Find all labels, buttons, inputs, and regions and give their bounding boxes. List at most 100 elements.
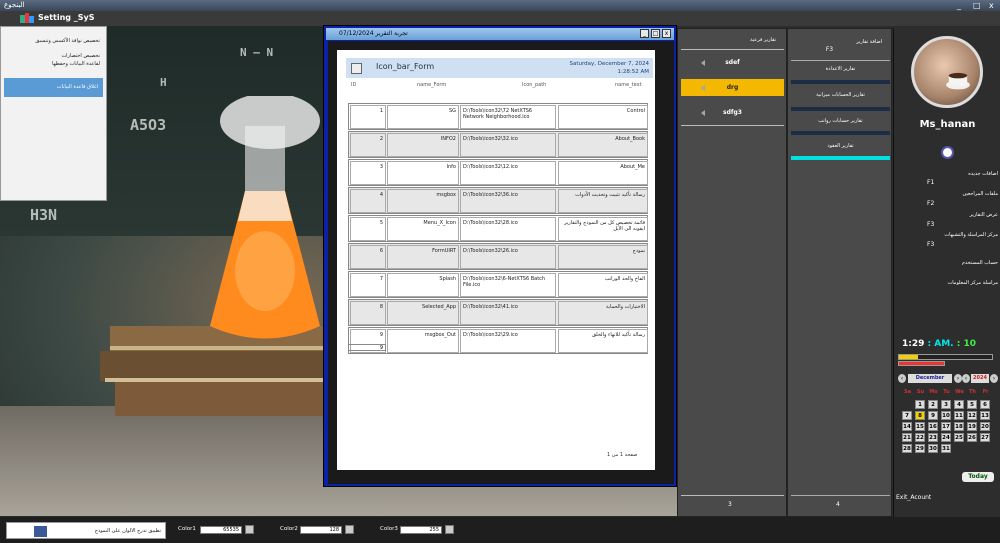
nav-item-drg[interactable]: drg (681, 79, 784, 96)
maximize-button[interactable]: □ (973, 1, 981, 10)
report-window-titlebar: تجربة التقرير 07/12/2024 _ □ x (326, 28, 674, 40)
contracts-reports-item[interactable]: تقارير العقود (791, 143, 890, 149)
calendar-day[interactable]: 19 (967, 422, 977, 431)
cell-id: 6 (350, 245, 386, 269)
report-minimize-button[interactable]: _ (640, 29, 649, 38)
next-month-button[interactable]: › (954, 374, 962, 383)
menu-new-additions[interactable]: اضافات جديده (898, 171, 998, 177)
username: Ms_hanan (919, 119, 976, 130)
apply-gradient-button[interactable]: تطبيق تدرج الالوان على النموذج (6, 522, 166, 539)
close-button[interactable]: x (989, 1, 994, 10)
color1-value[interactable]: 65535 (200, 526, 242, 534)
calendar-day[interactable]: 21 (902, 433, 912, 442)
calendar-day[interactable]: 6 (980, 400, 990, 409)
cell-text: الاختيارات والحماية (558, 301, 648, 325)
calendar-day[interactable]: 20 (980, 422, 990, 431)
cell-text: قائمة تخصيص كل من النموذج والتقارير ايقو… (558, 217, 648, 241)
calendar-grid: 1 2 3 4 5 6 7 8 9 10 11 12 13 14 15 16 17 18 19 20 21 22 23 24 2… (902, 400, 998, 460)
avatar[interactable] (911, 36, 983, 108)
table-row: 4 msgbox D:\Tools\icon32\36.ico رسالة تأكيد… (348, 187, 648, 214)
calendar-day[interactable]: 18 (954, 422, 964, 431)
add-reports-item[interactable]: اضافة تقارير (791, 39, 890, 45)
calendar-day[interactable]: 17 (941, 422, 951, 431)
menu-messaging-center[interactable]: مركز المراسلة والتشبهات (898, 232, 998, 238)
calendar-day[interactable]: 13 (980, 411, 990, 420)
status-bar-red (898, 361, 945, 366)
calendar-day[interactable]: 12 (967, 411, 977, 420)
exit-account-button[interactable]: Exit_Acount (896, 494, 931, 501)
calendar-day[interactable]: 2 (928, 400, 938, 409)
calendar-day[interactable]: 27 (980, 433, 990, 442)
menu-item-database-save[interactable]: لقاعدة البيانات وحفظها (4, 60, 100, 68)
table-row: 6 FormUIRT D:\Tools\icon32\26.ico نموذج (348, 243, 648, 270)
calendar-day[interactable]: 11 (954, 411, 964, 420)
calendar-day[interactable]: 5 (967, 400, 977, 409)
color1-label: Color1 (178, 526, 196, 532)
cell-text: الفاخ والحد الوراتب (558, 273, 648, 297)
cell-text: About_Me (558, 161, 648, 185)
menu-item-shortcuts[interactable]: تخصيص اختصارات (4, 52, 100, 60)
calendar-month[interactable]: December (908, 374, 952, 383)
minimize-button[interactable]: _ (957, 1, 961, 10)
color2-picker[interactable] (345, 525, 354, 534)
salary-reports-item[interactable]: تقارير حسابات رواتب (791, 118, 890, 124)
add-reports-key: F3 (825, 46, 834, 53)
settings-menu-title[interactable]: Setting _SyS (38, 13, 95, 22)
calendar-day[interactable]: 24 (941, 433, 951, 442)
table-row: 1 SG D:\Tools\icon32\72 NetXTS6 Network Ne… (348, 103, 648, 130)
budget-reports-item[interactable]: تقارير الحسابات ميزانية (791, 92, 890, 98)
cell-id: 3 (350, 161, 386, 185)
next-year-button[interactable]: › (990, 374, 998, 383)
settings-reports-item[interactable]: تقارير الاعدادة (791, 66, 890, 72)
report-close-button[interactable]: x (662, 29, 671, 38)
nav-item-sdef[interactable]: sdef (681, 54, 784, 71)
calendar-day[interactable]: 28 (902, 444, 912, 453)
cell-path: D:\Tools\icon32\28.ico (460, 217, 556, 241)
coffee-cup-icon (946, 72, 970, 90)
calendar-year[interactable]: 2024 (971, 374, 989, 383)
item-underline (791, 131, 890, 135)
prev-month-button[interactable]: ‹ (898, 374, 906, 383)
calendar-day[interactable]: 30 (928, 444, 938, 453)
menu-user-account[interactable]: حساب المستخدم (898, 260, 998, 266)
menu-view-reports[interactable]: عرض التقارير (898, 212, 998, 218)
report-maximize-button[interactable]: □ (651, 29, 660, 38)
color3-picker[interactable] (445, 525, 454, 534)
calendar-day[interactable]: 15 (915, 422, 925, 431)
cell-name: msgbox (387, 189, 459, 213)
calendar-day[interactable]: 14 (902, 422, 912, 431)
menu-item-customize-windows[interactable]: تخصيص نوافذ الأكسس وتنسيق (4, 37, 100, 45)
menu-info-center[interactable]: مراسلة مركز المعلومات (898, 280, 998, 286)
color3-value[interactable]: 255 (400, 526, 442, 534)
calendar-day[interactable]: 26 (967, 433, 977, 442)
today-button[interactable]: Today (962, 472, 994, 482)
calendar-day[interactable]: 1 (915, 400, 925, 409)
calendar-day[interactable]: 8 (915, 411, 925, 420)
time-seconds: 10 (963, 339, 977, 349)
calendar-day[interactable]: 29 (915, 444, 925, 453)
menu-item-close-database[interactable]: اغلاق قاعدة البيانات (4, 78, 103, 97)
report-time-text: 1:28:52 AM (617, 69, 649, 75)
calendar-day[interactable]: 7 (902, 411, 912, 420)
cell-text: رسالة تأكيد للانهاء والخلق (558, 329, 648, 353)
color2-label: Color2 (280, 526, 298, 532)
calendar-day[interactable]: 3 (941, 400, 951, 409)
calendar-day[interactable]: 22 (915, 433, 925, 442)
table-row: 3 Info D:\Tools\icon32\12.ico About_Me (348, 159, 648, 186)
report-form-icon (351, 63, 362, 74)
menu-reviewer-files[interactable]: ملفات المراجعين (898, 191, 998, 197)
nav-item-sdfg3[interactable]: sdfg3 (681, 104, 784, 121)
color2-value[interactable]: 128 (300, 526, 342, 534)
calendar-day[interactable]: 4 (954, 400, 964, 409)
calendar-day[interactable]: 31 (941, 444, 951, 453)
sub-reports-count: 3 (728, 501, 732, 508)
calendar-day[interactable]: 16 (928, 422, 938, 431)
cell-path: D:\Tools\icon32\6-NetXTS6 Batch File.ico (460, 273, 556, 297)
calendar-day[interactable]: 23 (928, 433, 938, 442)
weekday-label: Su (916, 389, 925, 395)
calendar-day[interactable]: 25 (954, 433, 964, 442)
calendar-day[interactable]: 10 (941, 411, 951, 420)
calendar-day[interactable]: 9 (928, 411, 938, 420)
prev-year-button[interactable]: ‹ (962, 374, 970, 383)
color1-picker[interactable] (245, 525, 254, 534)
